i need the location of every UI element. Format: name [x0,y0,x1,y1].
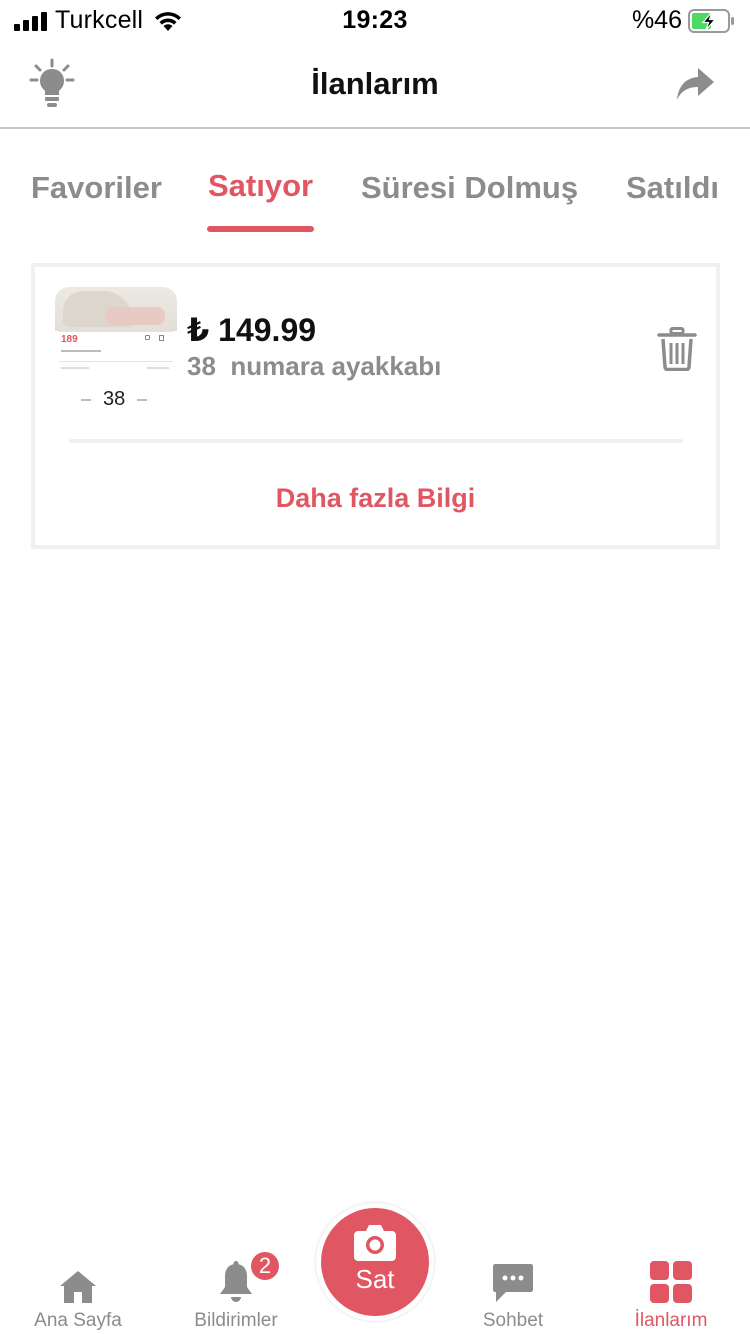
sell-button-circle: Sat [321,1208,429,1316]
card-divider [69,439,683,443]
tabbar-chat[interactable]: Sohbet [438,1258,588,1332]
thumb-size-39 [137,399,147,401]
tabbar-home-label: Ana Sayfa [34,1310,122,1331]
listing-price: ₺ 149.99 [187,312,317,348]
listing-title: 38 numara ayakkabı [187,351,442,381]
listing-tabs: Favoriler Satıyor Süresi Dolmuş Satıldı [0,160,750,240]
tabbar-notifications-label: Bildirimler [194,1310,278,1331]
nav-bar: İlanlarım [0,40,750,129]
tab-favoriler[interactable]: Favoriler [31,170,162,206]
tab-satiyor[interactable]: Satıyor [208,168,313,204]
tabbar-my-listings[interactable]: İlanlarım [596,1258,746,1332]
tab-suresi-dolmus[interactable]: Süresi Dolmuş [361,170,578,206]
thumb-text-line-3 [147,367,169,369]
page-title: İlanlarım [311,66,439,101]
thumb-price: 189 [61,334,78,345]
thumb-size: 38 [103,388,126,409]
status-bar: Turkcell 19:23 %46 [0,0,750,40]
thumb-share-icon [145,335,150,340]
tabbar-my-listings-label: İlanlarım [634,1310,708,1331]
battery-charging-icon [688,8,734,33]
thumb-divider-2 [59,361,173,362]
shoe-accent [105,307,165,325]
sell-button[interactable]: Sat [316,1203,434,1321]
status-right: %46 [632,6,736,35]
grid-icon [650,1261,692,1303]
more-info-button[interactable]: Daha fazla Bilgi [35,483,716,514]
thumb-divider [59,331,173,332]
trash-icon[interactable] [657,327,697,371]
chat-icon [493,1264,533,1302]
thumb-text-line-2 [61,367,89,369]
tabbar-notifications[interactable]: 2 Bildirimler [161,1250,311,1332]
listing-card[interactable]: 189 38 ₺ 149.99 38 numara ayakkabı Daha … [31,263,720,549]
tabbar-home[interactable]: Ana Sayfa [3,1258,153,1332]
listing-thumbnail[interactable]: 189 38 [55,287,177,409]
home-icon [60,1271,96,1303]
tab-satildi[interactable]: Satıldı [626,170,719,206]
thumb-size-37 [81,399,91,401]
share-arrow-icon[interactable] [676,66,716,102]
camera-icon [354,1225,396,1261]
thumb-bookmark-icon [159,335,164,341]
notification-badge: 2 [249,1250,281,1282]
battery-percent: %46 [631,6,682,34]
thumb-text-line [61,350,101,352]
sell-label: Sat [355,1264,395,1294]
tabbar-chat-label: Sohbet [482,1310,544,1331]
active-tab-indicator [207,226,314,232]
